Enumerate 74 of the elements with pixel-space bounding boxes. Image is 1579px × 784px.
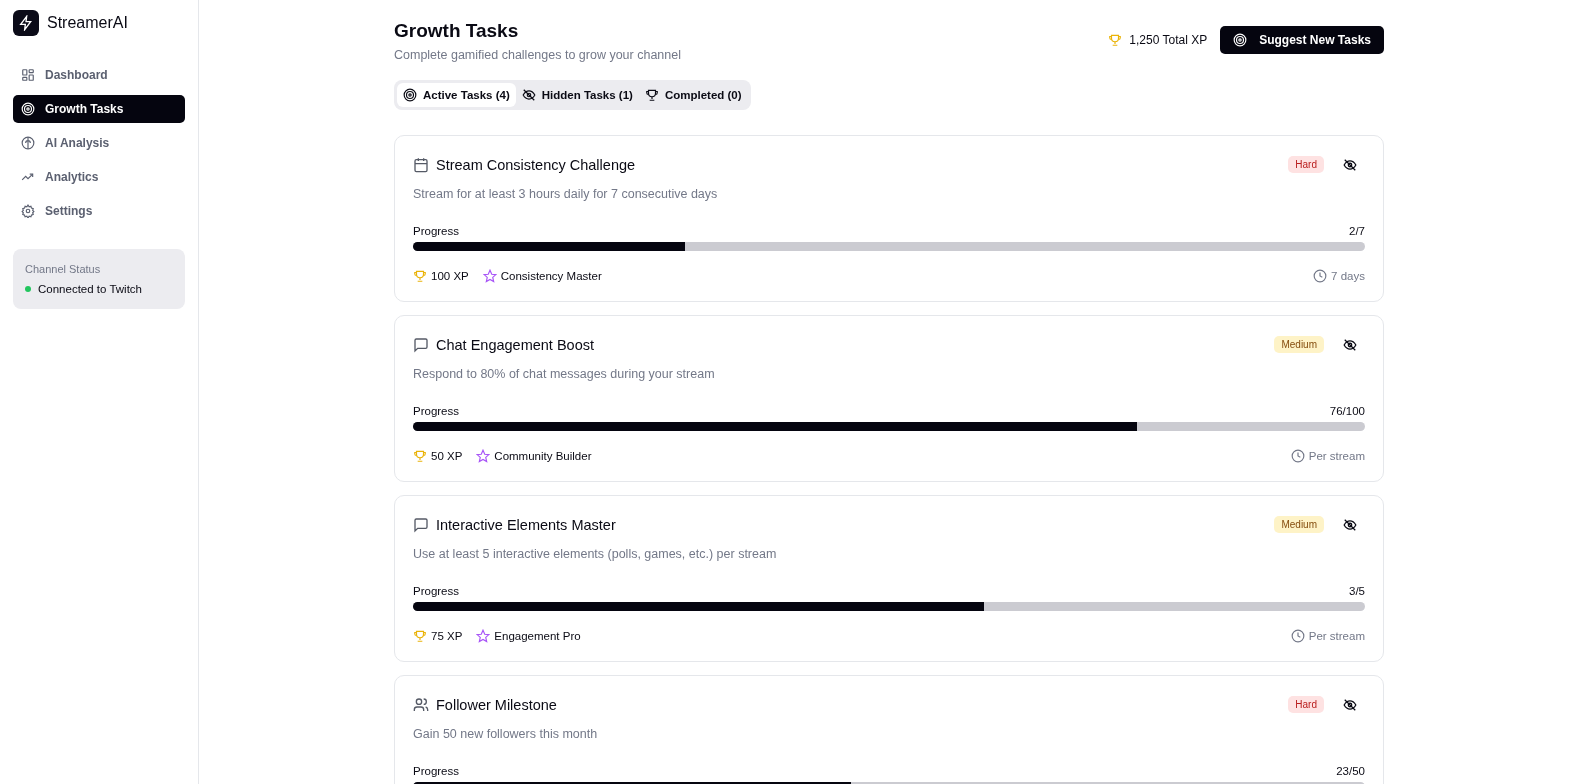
- logo-icon: [13, 10, 39, 36]
- task-description: Use at least 5 interactive elements (polls, games, etc.) per stream: [413, 547, 778, 561]
- trophy-icon: [413, 449, 427, 463]
- badge-reward: Consistency Master: [500, 270, 602, 282]
- progress-value: 23/50: [1336, 765, 1365, 777]
- progress-label: Progress: [413, 585, 460, 597]
- status-title: Channel Status: [25, 263, 102, 275]
- trophy-icon: [1108, 33, 1123, 47]
- nav-item[interactable]: Analytics: [13, 163, 185, 191]
- page-subtitle: Complete gamified challenges to grow your channel: [394, 48, 681, 62]
- users-icon: [413, 696, 429, 713]
- task-description: Gain 50 new followers this month: [413, 727, 599, 741]
- clock-icon: [1290, 629, 1305, 643]
- difficulty-badge: Medium: [1274, 516, 1324, 533]
- brand-name: StreamerAI: [47, 14, 128, 32]
- progress-value: 2/7: [1349, 225, 1365, 237]
- hide-button[interactable]: [1343, 697, 1357, 712]
- task-description: Stream for at least 3 hours daily for 7 consecutive days: [413, 187, 719, 201]
- nav-item[interactable]: Dashboard: [13, 61, 185, 89]
- progress-label: Progress: [413, 405, 460, 417]
- xp-reward: 75 XP: [431, 630, 463, 642]
- task-title: Interactive Elements Master: [436, 516, 617, 533]
- trophy-icon: [413, 269, 427, 283]
- grid-icon: [21, 68, 35, 82]
- trophy-icon: [413, 629, 427, 643]
- task-duration: 7 days: [1331, 270, 1365, 282]
- difficulty-badge: Hard: [1288, 156, 1324, 173]
- chat-icon: [413, 336, 429, 353]
- tab[interactable]: Active Tasks (4): [397, 83, 516, 107]
- eye-off-icon: [1343, 157, 1357, 172]
- hide-button[interactable]: [1343, 337, 1357, 352]
- progress-value: 3/5: [1349, 585, 1365, 597]
- hide-button[interactable]: [1343, 517, 1357, 532]
- target-icon: [21, 102, 35, 116]
- clock-icon: [1313, 269, 1328, 283]
- task-duration: Per stream: [1308, 450, 1365, 462]
- xp-reward: 50 XP: [431, 450, 463, 462]
- progress-label: Progress: [413, 765, 460, 777]
- suggest-button[interactable]: Suggest New Tasks: [1220, 26, 1384, 54]
- badge-reward: Engagement Pro: [494, 630, 581, 642]
- trophy-icon: [644, 88, 659, 102]
- nav-item[interactable]: Settings: [13, 197, 185, 225]
- status-text: Connected to Twitch: [38, 283, 142, 295]
- star-icon: [482, 269, 497, 283]
- task-title: Stream Consistency Challenge: [436, 156, 637, 173]
- chat-icon: [413, 516, 429, 533]
- settings-icon: [21, 204, 35, 218]
- tab[interactable]: Completed (0): [638, 83, 748, 107]
- tab[interactable]: Hidden Tasks (1): [515, 83, 639, 107]
- eye-off-icon: [1343, 517, 1357, 532]
- badge-reward: Community Builder: [494, 450, 592, 462]
- star-icon: [476, 629, 491, 643]
- progress-label: Progress: [413, 225, 460, 237]
- eye-off-icon: [521, 88, 536, 102]
- target-icon: [403, 88, 417, 102]
- task-title: Chat Engagement Boost: [436, 336, 595, 353]
- xp-reward: 100 XP: [431, 270, 469, 282]
- nav-item[interactable]: AI Analysis: [13, 129, 185, 157]
- clock-icon: [1290, 449, 1305, 463]
- progress-value: 76/100: [1329, 405, 1365, 417]
- task-duration: Per stream: [1308, 630, 1365, 642]
- calendar-icon: [413, 156, 429, 173]
- eye-off-icon: [1343, 337, 1357, 352]
- target-icon: [1233, 33, 1248, 47]
- hide-button[interactable]: [1343, 157, 1357, 172]
- eye-off-icon: [1343, 697, 1357, 712]
- nav-item[interactable]: Growth Tasks: [13, 95, 185, 123]
- total-xp: 1,250 Total XP: [1129, 33, 1208, 47]
- task-title: Follower Milestone: [436, 696, 558, 713]
- difficulty-badge: Medium: [1274, 336, 1324, 353]
- page-title: Growth Tasks: [394, 20, 520, 42]
- task-description: Respond to 80% of chat messages during your stream: [413, 367, 716, 381]
- star-icon: [476, 449, 491, 463]
- difficulty-badge: Hard: [1288, 696, 1324, 713]
